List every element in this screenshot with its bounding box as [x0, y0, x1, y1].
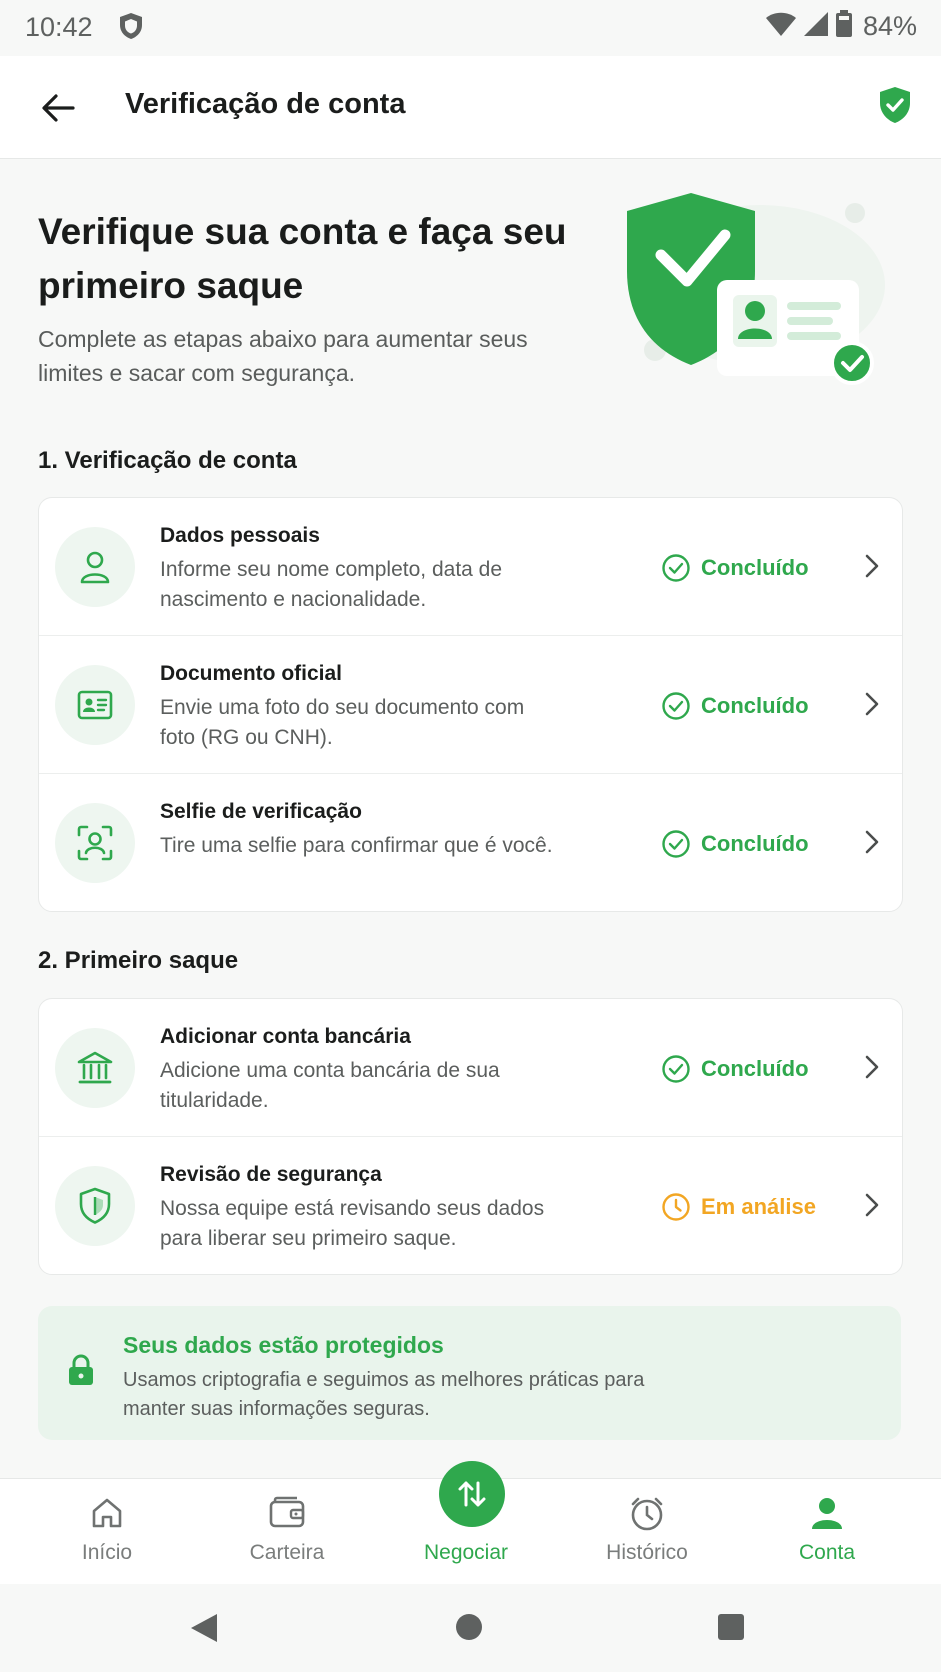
data-protection-banner: Seus dados estão protegidos Usamos cript…	[38, 1306, 901, 1440]
lock-icon	[68, 1354, 94, 1391]
step-personal-data[interactable]: Dados pessoais Informe seu nome completo…	[39, 498, 902, 636]
status-badge: Em análise	[661, 1192, 816, 1222]
status-badge: Concluído	[661, 691, 809, 721]
status-text: Concluído	[701, 555, 809, 580]
home-icon	[92, 1498, 122, 1528]
hero-title: Verifique sua conta e faça seu primeiro …	[38, 211, 567, 306]
status-text: Em análise	[701, 1194, 816, 1219]
first-withdrawal-card: Adicionar conta bancária Adicione uma co…	[38, 998, 903, 1275]
nav-item-home[interactable]: Início	[47, 1479, 167, 1585]
person-icon	[55, 527, 135, 607]
chevron-right-icon	[865, 554, 879, 578]
nav-item-history[interactable]: Histórico	[587, 1479, 707, 1585]
step-official-document[interactable]: Documento oficial Envie uma foto do seu …	[39, 636, 902, 774]
bottom-navigation: Início Carteira Negociar Histórico Conta	[0, 1461, 941, 1585]
system-back-icon[interactable]	[189, 1612, 219, 1649]
trade-fab	[439, 1461, 505, 1527]
section-title-account-verification: 1. Verificação de conta	[38, 447, 297, 474]
play-protect-icon	[118, 12, 144, 45]
nav-label: Negociar	[423, 1541, 509, 1564]
step-title: Documento oficial	[160, 662, 343, 685]
check-circle-icon	[662, 692, 690, 720]
section-title-first-withdrawal: 2. Primeiro saque	[38, 947, 239, 974]
step-security-review[interactable]: Revisão de segurança Nossa equipe está r…	[39, 1137, 902, 1274]
back-button[interactable]	[34, 84, 82, 132]
check-circle-icon	[662, 554, 690, 582]
step-title: Adicionar conta bancária	[160, 1025, 411, 1048]
status-time: 10:42	[25, 12, 93, 42]
status-badge: Concluído	[661, 553, 809, 583]
id-card-icon	[55, 665, 135, 745]
step-verification-selfie[interactable]: Selfie de verificação Tire uma selfie pa…	[39, 774, 902, 911]
app-bar: Verificação de conta	[0, 56, 941, 159]
face-scan-icon	[55, 803, 135, 883]
chevron-right-icon	[865, 1193, 879, 1217]
protection-description: Usamos criptografia e seguimos as melhor…	[123, 1369, 645, 1420]
status-text: Concluído	[701, 1056, 809, 1081]
step-description: Adicione uma conta bancária de sua titul…	[160, 1059, 500, 1112]
step-description: Nossa equipe está revisando seus dados p…	[160, 1197, 545, 1250]
wifi-icon	[765, 11, 797, 42]
clock-icon	[662, 1193, 690, 1221]
check-circle-icon	[662, 830, 690, 858]
check-circle-icon	[662, 1055, 690, 1083]
arrow-back-icon	[42, 94, 75, 122]
step-title: Selfie de verificação	[160, 800, 362, 823]
shield-icon	[55, 1166, 135, 1246]
status-text: Concluído	[701, 693, 809, 718]
step-description: Tire uma selfie para confirmar que é voc…	[160, 834, 553, 857]
step-title: Dados pessoais	[160, 524, 320, 547]
battery-icon	[835, 10, 853, 43]
step-add-bank-account[interactable]: Adicionar conta bancária Adicione uma co…	[39, 999, 902, 1137]
security-shield-icon[interactable]	[879, 86, 911, 129]
nav-item-wallet[interactable]: Carteira	[227, 1479, 347, 1585]
hero-subtitle: Complete as etapas abaixo para aumentar …	[38, 326, 528, 386]
battery-percentage: 84%	[862, 11, 917, 41]
swap-icon	[458, 1481, 486, 1507]
alarm-clock-icon	[631, 1497, 663, 1531]
nav-label: Carteira	[249, 1541, 325, 1564]
step-description: Informe seu nome completo, data de nasci…	[160, 558, 503, 611]
status-badge: Concluído	[661, 1054, 809, 1084]
account-verification-card: Dados pessoais Informe seu nome completo…	[38, 497, 903, 912]
step-description: Envie uma foto do seu documento com foto…	[160, 696, 525, 749]
nav-label: Histórico	[606, 1541, 688, 1564]
system-recents-icon[interactable]	[716, 1612, 746, 1647]
status-badge: Concluído	[661, 829, 809, 859]
step-title: Revisão de segurança	[160, 1163, 382, 1186]
chevron-right-icon	[865, 1055, 879, 1079]
chevron-right-icon	[865, 692, 879, 716]
chevron-right-icon	[865, 830, 879, 854]
status-bar: 10:42 84%	[0, 0, 941, 56]
nav-label: Início	[81, 1541, 133, 1564]
signal-icon	[803, 11, 829, 42]
page-title: Verificação de conta	[125, 88, 406, 120]
protection-title: Seus dados estão protegidos	[123, 1332, 444, 1358]
nav-label: Conta	[798, 1541, 856, 1564]
status-text: Concluído	[701, 831, 809, 856]
system-navigation-bar	[0, 1584, 941, 1672]
person-icon	[812, 1498, 842, 1529]
verification-illustration	[625, 185, 900, 395]
nav-item-trade[interactable]: Negociar	[406, 1461, 526, 1585]
bank-icon	[55, 1028, 135, 1108]
wallet-icon	[269, 1496, 305, 1528]
nav-item-account[interactable]: Conta	[767, 1479, 887, 1585]
system-home-icon[interactable]	[454, 1612, 484, 1647]
